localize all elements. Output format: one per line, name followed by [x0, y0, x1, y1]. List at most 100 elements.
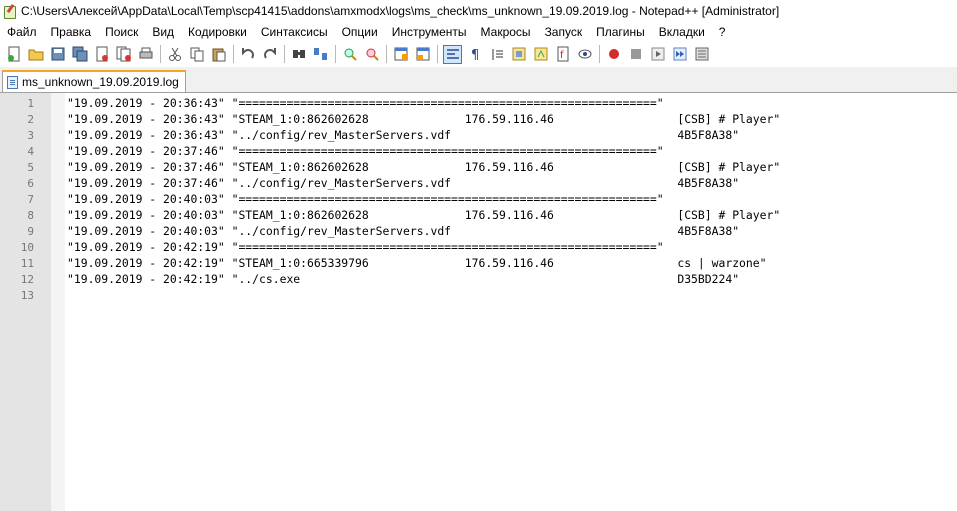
- line-text[interactable]: "19.09.2019 - 20:36:43" "===============…: [67, 96, 664, 110]
- paste-icon[interactable]: [210, 45, 228, 63]
- menu-bar: Файл Правка Поиск Вид Кодировки Синтаксисы Опц…: [0, 22, 957, 41]
- editor-line[interactable]: 10 "19.09.2019 - 20:42:19" "=============…: [0, 239, 957, 255]
- menu-item[interactable]: Макросы: [474, 25, 538, 39]
- menu-item[interactable]: Запуск: [538, 25, 590, 39]
- editor-line[interactable]: 12 "19.09.2019 - 20:42:19" "../cs.exe D35…: [0, 271, 957, 287]
- open-file-icon[interactable]: [27, 45, 45, 63]
- toolbar-separator: [386, 45, 387, 63]
- menu-item[interactable]: Кодировки: [181, 25, 254, 39]
- menu-item[interactable]: Плагины: [589, 25, 652, 39]
- line-number: 1: [27, 96, 34, 110]
- svg-text:¶: ¶: [471, 48, 479, 62]
- line-number: 11: [20, 256, 34, 270]
- new-file-icon[interactable]: [5, 45, 23, 63]
- svg-text:f: f: [560, 50, 564, 61]
- editor-line[interactable]: 5 "19.09.2019 - 20:37:46" "STEAM_1:0:8626…: [0, 159, 957, 175]
- tab-ms-unknown-log[interactable]: ms_unknown_19.09.2019.log: [2, 70, 186, 92]
- notepadpp-app-icon: [3, 3, 17, 19]
- line-text[interactable]: "19.09.2019 - 20:42:19" "===============…: [67, 240, 664, 254]
- function-list-icon[interactable]: [532, 45, 550, 63]
- text-content[interactable]: 1 "19.09.2019 - 20:36:43" "==============…: [0, 95, 957, 303]
- editor-line[interactable]: 1 "19.09.2019 - 20:36:43" "==============…: [0, 95, 957, 111]
- record-macro-icon[interactable]: [605, 45, 623, 63]
- menu-item[interactable]: Поиск: [98, 25, 145, 39]
- zoom-in-icon[interactable]: [341, 45, 359, 63]
- editor-line[interactable]: 6 "19.09.2019 - 20:37:46" "../config/rev_…: [0, 175, 957, 191]
- save-all-icon[interactable]: [71, 45, 89, 63]
- save-icon[interactable]: [49, 45, 67, 63]
- menu-item[interactable]: Вид: [145, 25, 181, 39]
- line-number: 2: [27, 112, 34, 126]
- save-macro-icon[interactable]: [693, 45, 711, 63]
- menu-item[interactable]: Опции: [335, 25, 385, 39]
- title-bar: C:\Users\Алексей\AppData\Local\Temp\scp4…: [0, 0, 957, 22]
- editor-line[interactable]: 8 "19.09.2019 - 20:40:03" "STEAM_1:0:8626…: [0, 207, 957, 223]
- tab-label: ms_unknown_19.09.2019.log: [22, 75, 179, 89]
- indent-guide-icon[interactable]: [488, 45, 506, 63]
- line-number: 13: [20, 288, 34, 302]
- toolbar-separator: [233, 45, 234, 63]
- folder-workspace-icon[interactable]: f: [554, 45, 572, 63]
- editor-line[interactable]: 3 "19.09.2019 - 20:36:43" "../config/rev_…: [0, 127, 957, 143]
- undo-icon[interactable]: [239, 45, 257, 63]
- stop-macro-icon[interactable]: [627, 45, 645, 63]
- play-macro-icon[interactable]: [649, 45, 667, 63]
- line-text[interactable]: "19.09.2019 - 20:37:46" "===============…: [67, 144, 664, 158]
- print-icon[interactable]: [137, 45, 155, 63]
- copy-icon[interactable]: [188, 45, 206, 63]
- cut-icon[interactable]: [166, 45, 184, 63]
- line-number: 10: [20, 240, 34, 254]
- line-text[interactable]: "19.09.2019 - 20:40:03" "===============…: [67, 192, 664, 206]
- editor-line[interactable]: 2 "19.09.2019 - 20:36:43" "STEAM_1:0:8626…: [0, 111, 957, 127]
- redo-icon[interactable]: [261, 45, 279, 63]
- close-icon[interactable]: [93, 45, 111, 63]
- document-icon: [7, 75, 18, 89]
- zoom-out-icon[interactable]: [363, 45, 381, 63]
- run-macro-multiple-icon[interactable]: [671, 45, 689, 63]
- menu-item[interactable]: ?: [712, 25, 733, 39]
- line-text[interactable]: "19.09.2019 - 20:37:46" "../config/rev_M…: [67, 176, 739, 190]
- word-wrap-icon[interactable]: [443, 44, 462, 64]
- document-map-icon[interactable]: [510, 45, 528, 63]
- monitoring-icon[interactable]: [576, 45, 594, 63]
- editor-line[interactable]: 7 "19.09.2019 - 20:40:03" "==============…: [0, 191, 957, 207]
- toolbar-separator: [160, 45, 161, 63]
- menu-item[interactable]: Вкладки: [652, 25, 712, 39]
- line-number: 12: [20, 272, 34, 286]
- menu-item[interactable]: Файл: [0, 25, 44, 39]
- window-title: C:\Users\Алексей\AppData\Local\Temp\scp4…: [21, 4, 780, 18]
- find-icon[interactable]: [290, 45, 308, 63]
- line-text[interactable]: "19.09.2019 - 20:36:43" "STEAM_1:0:86260…: [67, 112, 780, 126]
- replace-icon[interactable]: [312, 45, 330, 63]
- line-number: 4: [27, 144, 34, 158]
- sync-horizontal-icon[interactable]: [414, 45, 432, 63]
- toolbar-separator: [284, 45, 285, 63]
- editor-line[interactable]: 11 "19.09.2019 - 20:42:19" "STEAM_1:0:665…: [0, 255, 957, 271]
- toolbar: ¶ f: [0, 41, 957, 67]
- line-number: 3: [27, 128, 34, 142]
- line-text[interactable]: "19.09.2019 - 20:40:03" "STEAM_1:0:86260…: [67, 208, 780, 222]
- editor-area[interactable]: 1 "19.09.2019 - 20:36:43" "==============…: [0, 93, 957, 511]
- line-text[interactable]: "19.09.2019 - 20:36:43" "../config/rev_M…: [67, 128, 739, 142]
- line-text[interactable]: "19.09.2019 - 20:37:46" "STEAM_1:0:86260…: [67, 160, 780, 174]
- tab-bar: ms_unknown_19.09.2019.log: [0, 67, 957, 93]
- menu-item[interactable]: Синтаксисы: [254, 25, 335, 39]
- editor-line[interactable]: 9 "19.09.2019 - 20:40:03" "../config/rev_…: [0, 223, 957, 239]
- editor-line[interactable]: 4 "19.09.2019 - 20:37:46" "==============…: [0, 143, 957, 159]
- sync-vertical-icon[interactable]: [392, 45, 410, 63]
- close-all-icon[interactable]: [115, 45, 133, 63]
- line-text[interactable]: "19.09.2019 - 20:42:19" "../cs.exe D35BD…: [67, 272, 739, 286]
- menu-item[interactable]: Инструменты: [385, 25, 474, 39]
- menu-item[interactable]: Правка: [44, 25, 99, 39]
- show-all-chars-icon[interactable]: ¶: [466, 45, 484, 63]
- line-number: 9: [27, 224, 34, 238]
- line-text[interactable]: "19.09.2019 - 20:40:03" "../config/rev_M…: [67, 224, 739, 238]
- toolbar-separator: [599, 45, 600, 63]
- line-text[interactable]: "19.09.2019 - 20:42:19" "STEAM_1:0:66533…: [67, 256, 767, 270]
- editor-line[interactable]: 13: [0, 287, 957, 303]
- line-number: 7: [27, 192, 34, 206]
- line-number: 6: [27, 176, 34, 190]
- line-number: 8: [27, 208, 34, 222]
- toolbar-separator: [335, 45, 336, 63]
- line-number: 5: [27, 160, 34, 174]
